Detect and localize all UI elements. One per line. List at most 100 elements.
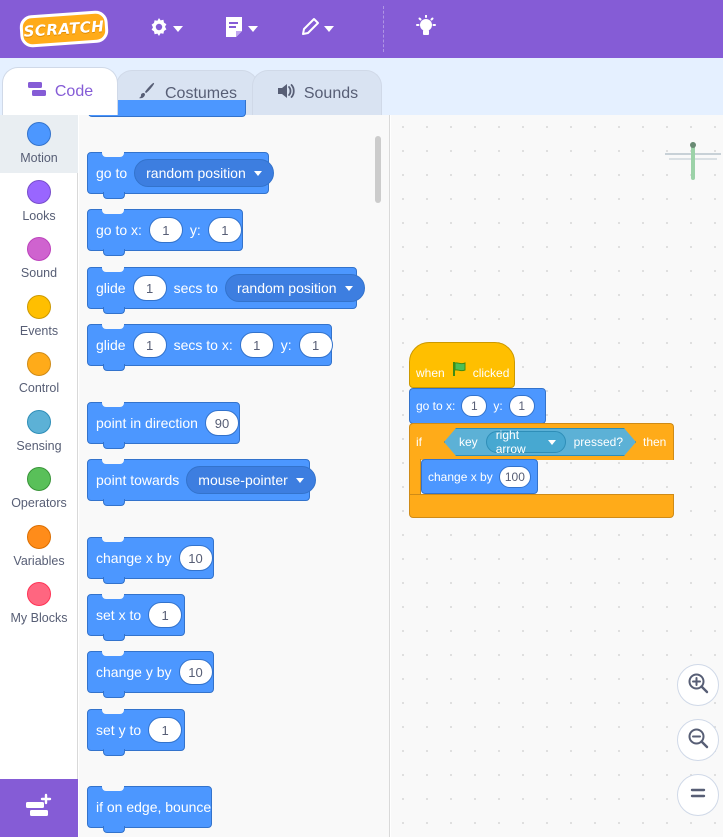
x-input[interactable]: 1	[239, 332, 274, 358]
category-label: Looks	[22, 209, 56, 223]
block-glide-random[interactable]: glide 1 secs to random position	[87, 267, 365, 314]
category-sound[interactable]: Sound	[0, 230, 78, 288]
category-operators[interactable]: Operators	[0, 460, 78, 518]
tab-code[interactable]: Code	[2, 67, 118, 115]
category-variables[interactable]: Variables	[0, 518, 78, 576]
chevron-down-icon	[344, 285, 353, 291]
edit-menu[interactable]	[300, 14, 334, 44]
block-bounce[interactable]: if on edge, bounce	[87, 786, 212, 833]
block-change-y[interactable]: change y by 10	[87, 651, 214, 698]
palette-scrollbar[interactable]	[375, 136, 381, 203]
category-label: My Blocks	[10, 611, 68, 625]
category-motion[interactable]: Motion	[0, 115, 78, 173]
y-input[interactable]: 1	[207, 217, 242, 243]
block-change-x[interactable]: change x by 10	[87, 537, 214, 584]
zoom-reset-button[interactable]	[677, 774, 719, 816]
block-label: set y to	[96, 722, 142, 738]
settings-menu[interactable]	[149, 14, 183, 44]
block-label: y:	[189, 222, 201, 238]
zoom-out-button[interactable]	[677, 719, 719, 761]
category-label: Events	[19, 324, 59, 338]
category-label: Sensing	[16, 439, 62, 453]
y-input[interactable]: 1	[508, 395, 535, 417]
category-dot	[27, 352, 51, 376]
ws-go-to-xy-block[interactable]: go to x: 1 y: 1	[409, 388, 546, 424]
block-go-to[interactable]: go to random position	[87, 152, 274, 199]
category-events[interactable]: Events	[0, 288, 78, 346]
category-my-blocks[interactable]: My Blocks	[0, 575, 78, 633]
add-extension-button[interactable]	[0, 779, 78, 837]
block-label: if on edge, bounce	[96, 799, 212, 815]
editor-tabs: Code Costumes Sounds	[0, 58, 723, 116]
tab-sounds[interactable]: Sounds	[252, 70, 382, 116]
if-label: if	[416, 435, 422, 449]
file-menu[interactable]	[224, 14, 258, 44]
category-looks[interactable]: Looks	[0, 173, 78, 231]
green-flag-icon	[451, 361, 467, 380]
set-x-input[interactable]: 1	[148, 602, 183, 628]
menu-bar: SCRATCH	[0, 0, 723, 58]
menu-divider	[383, 6, 384, 52]
goto-target-dropdown[interactable]: random position	[134, 159, 274, 187]
zoom-out-icon	[686, 726, 710, 755]
block-set-x[interactable]: set x to 1	[87, 594, 185, 641]
x-input[interactable]: 1	[461, 395, 488, 417]
block-label: y:	[493, 399, 503, 413]
block-label: y:	[280, 337, 292, 353]
when-flag-clicked-block[interactable]: when clicked	[409, 342, 515, 388]
chevron-down-icon	[548, 440, 556, 445]
dragonfly-sprite-thumbnail	[663, 138, 723, 187]
if-block-bottom	[409, 494, 674, 518]
block-point-in-direction[interactable]: point in direction 90	[87, 402, 240, 449]
block-set-y[interactable]: set y to 1	[87, 709, 185, 756]
block-glide-xy[interactable]: glide 1 secs to x: 1 y: 1	[87, 324, 333, 371]
category-dot	[27, 180, 51, 204]
change-y-input[interactable]: 10	[178, 659, 213, 685]
zoom-in-button[interactable]	[677, 664, 719, 706]
category-control[interactable]: Control	[0, 345, 78, 403]
category-dot	[27, 295, 51, 319]
glide-target-dropdown[interactable]: random position	[224, 274, 365, 302]
chevron-down-icon	[253, 170, 262, 176]
x-input[interactable]: 1	[148, 217, 183, 243]
block-point-towards[interactable]: point towards mouse-pointer	[87, 459, 316, 506]
secs-input[interactable]: 1	[132, 332, 167, 358]
block-go-to-xy[interactable]: go to x: 1 y: 1	[87, 209, 243, 256]
chevron-down-icon	[248, 26, 258, 32]
category-sensing[interactable]: Sensing	[0, 403, 78, 461]
zoom-in-icon	[686, 671, 710, 700]
chevron-down-icon	[295, 477, 304, 483]
category-dot	[27, 582, 51, 606]
secs-input[interactable]: 1	[132, 275, 167, 301]
category-dot	[27, 467, 51, 491]
block-label: go to x:	[416, 399, 456, 413]
category-label: Variables	[13, 554, 65, 568]
zoom-reset-icon	[688, 783, 708, 808]
dropdown-value: right arrow	[495, 428, 526, 456]
add-extension-icon	[24, 793, 54, 824]
block-label: change x by	[96, 550, 172, 566]
block-label: go to x:	[96, 222, 142, 238]
block-label: go to	[96, 165, 128, 181]
block-label: point towards	[96, 472, 180, 488]
block-label: secs to	[173, 280, 218, 296]
tutorials-button[interactable]	[415, 14, 437, 44]
change-x-input[interactable]: 10	[178, 545, 213, 571]
gear-icon	[149, 17, 169, 42]
towards-target-dropdown[interactable]: mouse-pointer	[186, 466, 316, 494]
y-input[interactable]: 1	[298, 332, 333, 358]
key-dropdown[interactable]: right arrow	[486, 431, 566, 453]
scratch-logo[interactable]: SCRATCH	[18, 9, 110, 49]
chevron-down-icon	[173, 26, 183, 32]
key-pressed-condition[interactable]: key right arrow pressed?	[444, 428, 636, 456]
direction-input[interactable]: 90	[204, 410, 239, 436]
dropdown-value: mouse-pointer	[198, 472, 288, 488]
category-label: Motion	[20, 151, 58, 165]
set-y-input[interactable]: 1	[148, 717, 183, 743]
block-label: point in direction	[96, 415, 198, 431]
block-label: glide	[96, 337, 126, 353]
ws-change-x-block[interactable]: change x by 100	[421, 459, 538, 494]
category-dot	[27, 525, 51, 549]
change-x-input[interactable]: 100	[498, 465, 531, 488]
category-dot	[27, 122, 51, 146]
